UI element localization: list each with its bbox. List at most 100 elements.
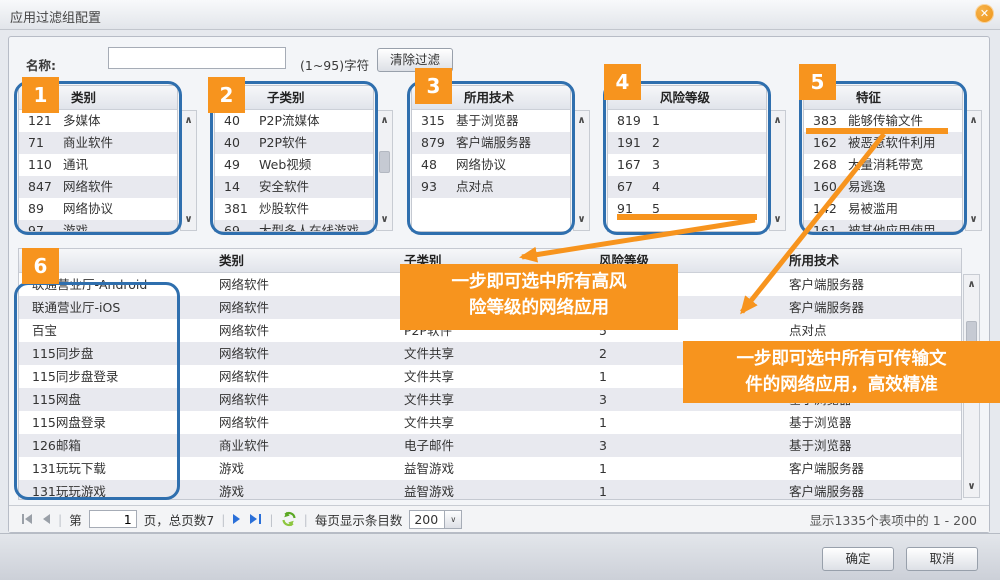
- step-badge-4: 4: [604, 64, 641, 100]
- table-row[interactable]: 131玩玩下载游戏益智游戏1客户端服务器: [19, 457, 961, 480]
- list-item[interactable]: 383能够传输文件: [804, 110, 962, 132]
- next-page-icon[interactable]: [232, 513, 242, 525]
- cancel-button[interactable]: 取消: [906, 547, 978, 571]
- table-cell: 115同步盘: [19, 342, 206, 365]
- list-item[interactable]: 48网络协议: [412, 154, 570, 176]
- scroll-up-icon[interactable]: ∧: [770, 113, 785, 129]
- list-item[interactable]: 915: [608, 198, 766, 220]
- item-count: 383: [804, 110, 848, 132]
- table-cell: 游戏: [206, 457, 391, 480]
- scroll-up-icon[interactable]: ∧: [377, 113, 392, 129]
- list-rows: 40P2P流媒体40P2P软件49Web视频14安全软件381炒股软件69大型多…: [215, 110, 373, 231]
- list-item[interactable]: 674: [608, 176, 766, 198]
- item-label: P2P软件: [259, 132, 373, 154]
- list-item[interactable]: 110通讯: [19, 154, 177, 176]
- list-item[interactable]: 40P2P软件: [215, 132, 373, 154]
- item-count: 40: [215, 110, 259, 132]
- name-input[interactable]: [108, 47, 286, 69]
- list-item[interactable]: 93点对点: [412, 176, 570, 198]
- table-cell: 游戏: [206, 480, 391, 499]
- table-cell: 网络软件: [206, 342, 391, 365]
- table-cell: 益智游戏: [391, 457, 586, 480]
- table-cell: 1: [586, 457, 776, 480]
- last-page-icon[interactable]: [249, 513, 262, 525]
- table-cell: 益智游戏: [391, 480, 586, 499]
- scroll-up-icon[interactable]: ∧: [574, 113, 589, 129]
- item-label: 网络软件: [63, 176, 177, 198]
- prev-page-icon[interactable]: [41, 513, 51, 525]
- list-item[interactable]: 162被恶意软件利用: [804, 132, 962, 154]
- list-item[interactable]: 142易被滥用: [804, 198, 962, 220]
- list-item[interactable]: 160易逃逸: [804, 176, 962, 198]
- scrollbar[interactable]: ∧ ∨: [376, 110, 393, 231]
- ok-button[interactable]: 确定: [822, 547, 894, 571]
- item-count: 191: [608, 132, 652, 154]
- scroll-down-icon[interactable]: ∨: [770, 212, 785, 228]
- scroll-up-icon[interactable]: ∧: [181, 113, 196, 129]
- scroll-down-icon[interactable]: ∨: [181, 212, 196, 228]
- page-prefix: 第: [69, 510, 82, 529]
- list-item[interactable]: 847网络软件: [19, 176, 177, 198]
- list-item[interactable]: 1673: [608, 154, 766, 176]
- item-label: 被其他应用使用: [848, 220, 962, 231]
- pagination-bar: | 第 页，总页数7 | | | 每页显示条目数 200 ∨ 显示1335个表项…: [9, 505, 989, 532]
- table-cell: 126邮箱: [19, 434, 206, 457]
- list-item[interactable]: 1912: [608, 132, 766, 154]
- table-row[interactable]: 126邮箱商业软件电子邮件3基于浏览器: [19, 434, 961, 457]
- table-cell: 客户端服务器: [776, 273, 961, 296]
- page-suffix: 页，总页数7: [144, 510, 214, 529]
- table-row[interactable]: 131玩玩游戏游戏益智游戏1客户端服务器: [19, 480, 961, 499]
- list-rows: 315基于浏览器879客户端服务器48网络协议93点对点: [412, 110, 570, 231]
- scrollbar[interactable]: ∧ ∨: [965, 110, 982, 231]
- table-cell: 网络软件: [206, 365, 391, 388]
- per-page-select[interactable]: 200 ∨: [409, 510, 462, 529]
- list-item[interactable]: 121多媒体: [19, 110, 177, 132]
- refresh-icon[interactable]: [281, 511, 297, 527]
- list-rows: 383能够传输文件162被恶意软件利用268大量消耗带宽160易逃逸142易被滥…: [804, 110, 962, 231]
- item-count: 381: [215, 198, 259, 220]
- list-item[interactable]: 97游戏: [19, 220, 177, 231]
- scrollbar[interactable]: ∧ ∨: [573, 110, 590, 231]
- scroll-down-icon[interactable]: ∨: [574, 212, 589, 228]
- scroll-thumb[interactable]: [966, 321, 977, 343]
- item-label: 4: [652, 176, 766, 198]
- list-item[interactable]: 268大量消耗带宽: [804, 154, 962, 176]
- scrollbar[interactable]: ∧ ∨: [180, 110, 197, 231]
- item-count: 847: [19, 176, 63, 198]
- dropdown-arrow-icon[interactable]: ∨: [445, 510, 462, 529]
- list-item[interactable]: 879客户端服务器: [412, 132, 570, 154]
- item-count: 142: [804, 198, 848, 220]
- item-count: 819: [608, 110, 652, 132]
- item-count: 167: [608, 154, 652, 176]
- list-item[interactable]: 69大型多人在线游戏: [215, 220, 373, 231]
- scroll-up-icon[interactable]: ∧: [964, 277, 979, 293]
- item-count: 97: [19, 220, 63, 231]
- item-count: 879: [412, 132, 456, 154]
- table-cell: 基于浏览器: [776, 434, 961, 457]
- scroll-up-icon[interactable]: ∧: [966, 113, 981, 129]
- item-label: 安全软件: [259, 176, 373, 198]
- item-label: 网络协议: [456, 154, 570, 176]
- list-item[interactable]: 14安全软件: [215, 176, 373, 198]
- item-label: 5: [652, 198, 766, 220]
- scroll-down-icon[interactable]: ∨: [966, 212, 981, 228]
- item-count: 91: [608, 198, 652, 220]
- table-cell: 文件共享: [391, 411, 586, 434]
- scroll-down-icon[interactable]: ∨: [377, 212, 392, 228]
- list-item[interactable]: 315基于浏览器: [412, 110, 570, 132]
- callout-line: 险等级的网络应用: [400, 295, 678, 321]
- list-item[interactable]: 8191: [608, 110, 766, 132]
- scrollbar[interactable]: ∧ ∨: [769, 110, 786, 231]
- first-page-icon[interactable]: [21, 513, 34, 525]
- table-row[interactable]: 115网盘登录网络软件文件共享1基于浏览器: [19, 411, 961, 434]
- list-item[interactable]: 161被其他应用使用: [804, 220, 962, 231]
- list-item[interactable]: 71商业软件: [19, 132, 177, 154]
- close-icon[interactable]: ✕: [975, 4, 994, 23]
- list-item[interactable]: 40P2P流媒体: [215, 110, 373, 132]
- list-item[interactable]: 89网络协议: [19, 198, 177, 220]
- list-item[interactable]: 381炒股软件: [215, 198, 373, 220]
- scroll-down-icon[interactable]: ∨: [964, 479, 979, 495]
- scroll-thumb[interactable]: [379, 151, 390, 173]
- list-item[interactable]: 49Web视频: [215, 154, 373, 176]
- page-number-input[interactable]: [89, 510, 137, 528]
